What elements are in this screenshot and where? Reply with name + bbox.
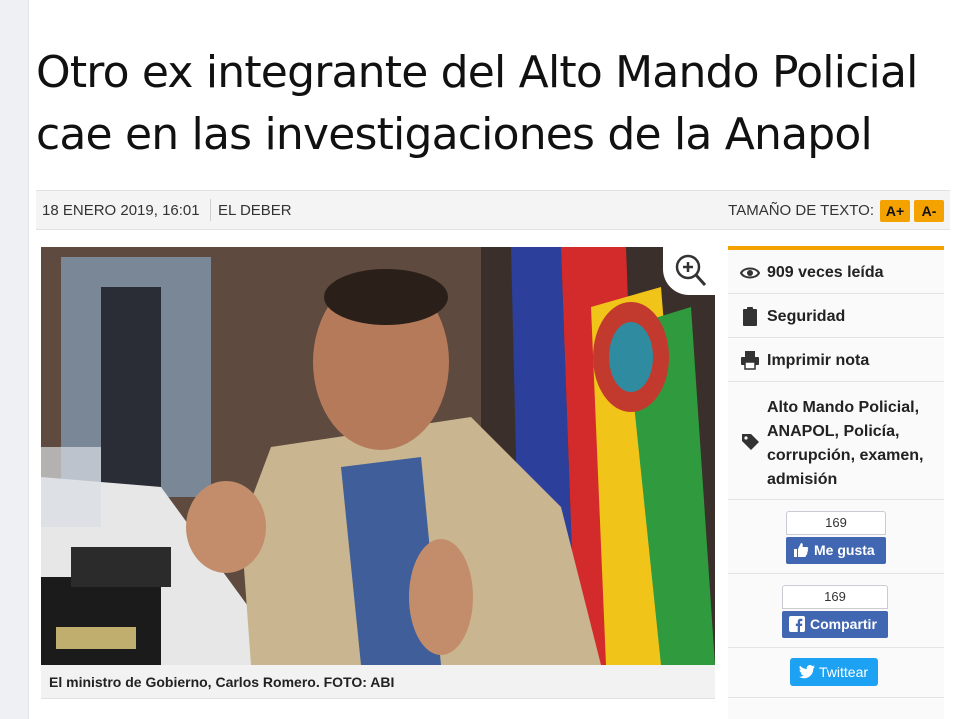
category-link[interactable]: Seguridad — [767, 308, 845, 326]
share-row: 169 Compartir — [728, 574, 944, 648]
like-count: 169 — [786, 511, 886, 535]
zoom-in-icon — [675, 254, 707, 287]
tweet-row: Twittear — [728, 648, 944, 698]
photo-caption: El ministro de Gobierno, Carlos Romero. … — [49, 674, 395, 690]
share-count: 169 — [782, 585, 888, 609]
article-photo[interactable] — [41, 247, 715, 665]
print-article-link[interactable]: Imprimir nota — [767, 352, 869, 370]
clipboard-icon — [743, 307, 757, 326]
category-row[interactable]: Seguridad — [728, 294, 944, 338]
facebook-share-button[interactable]: Compartir — [782, 611, 888, 638]
views-count: 909 veces leída — [767, 264, 884, 281]
printer-icon — [741, 351, 759, 370]
photo-illustration — [41, 247, 715, 665]
article-sidebar: 909 veces leída Seguridad Imprimir nota … — [728, 246, 944, 719]
tweet-button[interactable]: Twittear — [790, 658, 878, 686]
article-tags[interactable]: Alto Mando Policial, ANAPOL, Policía, co… — [767, 396, 939, 492]
article-meta-bar: 18 ENERO 2019, 16:01 EL DEBER TAMAÑO DE … — [36, 190, 950, 230]
tag-icon — [742, 434, 759, 450]
meta-divider — [210, 199, 211, 221]
facebook-like-widget: 169 Me gusta — [786, 511, 886, 565]
photo-caption-bar: El ministro de Gobierno, Carlos Romero. … — [41, 665, 715, 699]
thumbs-up-icon — [794, 543, 809, 557]
article-headline: Otro ex integrante del Alto Mando Polici… — [36, 47, 918, 160]
like-label: Me gusta — [814, 542, 875, 558]
facebook-like-button[interactable]: Me gusta — [786, 537, 886, 564]
text-size-increase-button[interactable]: A+ — [880, 200, 910, 222]
facebook-share-widget: 169 Compartir — [782, 585, 888, 639]
like-row: 169 Me gusta — [728, 500, 944, 574]
share-label: Compartir — [810, 616, 877, 632]
article-date: 18 ENERO 2019, 16:01 — [42, 202, 200, 219]
text-size-decrease-button[interactable]: A- — [914, 200, 944, 222]
page-gutter — [0, 0, 29, 719]
facebook-icon — [789, 616, 805, 632]
text-size-label: TAMAÑO DE TEXTO: — [728, 202, 874, 219]
views-row: 909 veces leída — [728, 250, 944, 294]
twitter-bird-icon — [799, 665, 815, 679]
article-source: EL DEBER — [218, 202, 292, 219]
zoom-button[interactable] — [663, 247, 715, 295]
print-row[interactable]: Imprimir nota — [728, 338, 944, 382]
tags-row: Alto Mando Policial, ANAPOL, Policía, co… — [728, 382, 944, 500]
eye-icon — [740, 267, 760, 279]
tweet-label: Twittear — [819, 664, 869, 680]
